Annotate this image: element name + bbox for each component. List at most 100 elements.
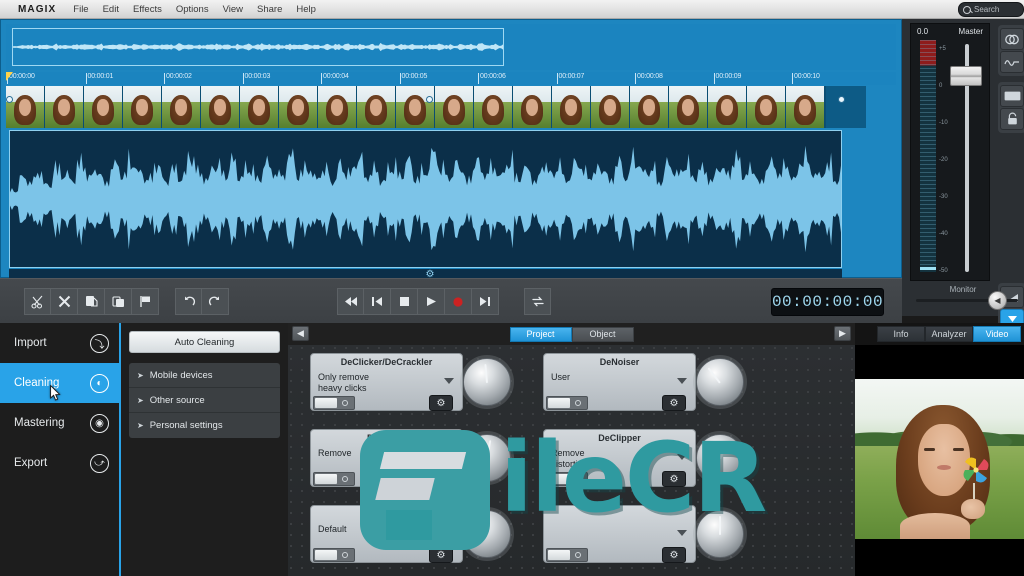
previous-marker-button[interactable]: [364, 288, 391, 315]
auto-cleaning-button[interactable]: Auto Cleaning: [129, 331, 280, 353]
record-button[interactable]: [445, 288, 472, 315]
delete-button[interactable]: [51, 288, 78, 315]
skip-to-start-button[interactable]: [337, 288, 364, 315]
sidebar-item-mastering[interactable]: Mastering ◉: [0, 403, 119, 443]
step-back-icon: [372, 297, 382, 306]
overview-waveform-strip[interactable]: [6, 24, 896, 70]
selection-handle-left[interactable]: [6, 96, 13, 103]
preview-eye-right: [952, 448, 964, 452]
tab-object[interactable]: Object: [571, 326, 634, 342]
search-input[interactable]: Search: [958, 2, 1024, 17]
effect-power-toggle[interactable]: [546, 396, 588, 410]
undo-button[interactable]: [175, 288, 202, 315]
effect-intensity-knob[interactable]: [463, 434, 511, 482]
effect-intensity-knob[interactable]: [463, 510, 511, 558]
filmstrip-frame: [747, 86, 786, 128]
effect-power-toggle[interactable]: [546, 548, 588, 562]
copy-button[interactable]: [78, 288, 105, 315]
effect-settings-gear-button[interactable]: ⚙: [429, 395, 453, 411]
rack-nav-next-button[interactable]: ▶: [834, 326, 851, 341]
menu-item-help[interactable]: Help: [289, 2, 323, 17]
tab-info[interactable]: Info: [877, 326, 925, 342]
video-filmstrip-track[interactable]: [6, 86, 826, 128]
stop-button[interactable]: [391, 288, 418, 315]
tab-video[interactable]: Video: [973, 326, 1021, 342]
number-button[interactable]: [1000, 85, 1024, 107]
effect-power-toggle[interactable]: [313, 396, 355, 410]
menu-item-share[interactable]: Share: [250, 2, 289, 17]
video-preview-image: [855, 379, 1024, 539]
ruler-tick: 00:00:04: [321, 73, 349, 84]
play-button[interactable]: [418, 288, 445, 315]
effect-settings-gear-button[interactable]: ⚙: [429, 471, 453, 487]
main-waveform-display[interactable]: [9, 130, 842, 268]
menu-item-edit[interactable]: Edit: [96, 2, 126, 17]
effect-intensity-knob[interactable]: [463, 358, 511, 406]
sidebar-item-label: Mastering: [14, 417, 65, 429]
effect-power-toggle[interactable]: [313, 472, 355, 486]
overview-clip[interactable]: [12, 28, 504, 66]
effect-module-title: [544, 506, 695, 509]
sidebar-item-import[interactable]: Import ⤵: [0, 323, 119, 363]
selection-handle-center[interactable]: [426, 96, 433, 103]
paste-button[interactable]: [105, 288, 132, 315]
master-fader-handle[interactable]: [950, 66, 982, 86]
effect-intensity-knob[interactable]: [696, 358, 744, 406]
filmstrip-frame: [669, 86, 708, 128]
effect-intensity-knob[interactable]: [696, 510, 744, 558]
effect-settings-gear-button[interactable]: ⚙: [662, 395, 686, 411]
preset-group-row[interactable]: ➤ Other source: [129, 388, 280, 413]
preview-subject-shoulder: [899, 513, 970, 539]
rack-nav-prev-button[interactable]: ◀: [292, 326, 309, 341]
volume-button[interactable]: [1000, 51, 1024, 73]
menu-item-options[interactable]: Options: [169, 2, 216, 17]
marker-button[interactable]: [132, 288, 159, 315]
ruler-tick: 00:00:10: [792, 73, 820, 84]
filmstrip-frame: [279, 86, 318, 128]
effect-preset-dropdown[interactable]: Default: [316, 523, 457, 549]
selection-handle-right[interactable]: [838, 96, 845, 103]
chevron-down-icon: [444, 378, 454, 384]
rewind-start-icon: [344, 297, 357, 306]
preset-group-row[interactable]: ➤ Personal settings: [129, 413, 280, 438]
tab-analyzer[interactable]: Analyzer: [925, 326, 973, 342]
effect-settings-gear-button[interactable]: ⚙: [429, 547, 453, 563]
sidebar-item-export[interactable]: Export ⤻: [0, 443, 119, 483]
stereo-button[interactable]: [1000, 28, 1024, 50]
menu-item-view[interactable]: View: [216, 2, 250, 17]
effect-intensity-knob[interactable]: [696, 434, 744, 482]
timecode-display[interactable]: 00:00:00:00: [771, 288, 884, 316]
effect-settings-gear-button[interactable]: ⚙: [662, 471, 686, 487]
stereo-rings-icon: [1005, 34, 1019, 44]
cut-button[interactable]: [24, 288, 51, 315]
stop-square-icon: [399, 297, 409, 306]
effect-module-title: DeNoiser: [599, 357, 640, 367]
menu-item-effects[interactable]: Effects: [126, 2, 169, 17]
effect-settings-gear-button[interactable]: ⚙: [662, 547, 686, 563]
effect-preset-dropdown[interactable]: [549, 523, 690, 549]
mixer-group-mid: [998, 82, 1024, 133]
next-marker-button[interactable]: [472, 288, 499, 315]
undo-arrow-icon: [184, 296, 195, 305]
ripple-button[interactable]: [1000, 108, 1024, 130]
redo-button[interactable]: [202, 288, 229, 315]
effect-preset-dropdown[interactable]: Remove distortions: [549, 447, 690, 473]
video-preview-stage[interactable]: [855, 345, 1024, 576]
effect-preset-dropdown[interactable]: Remove: [316, 447, 457, 473]
loop-button[interactable]: [524, 288, 551, 315]
effect-power-toggle[interactable]: [546, 472, 588, 486]
monitor-slider-knob[interactable]: ◀: [988, 291, 1007, 310]
master-level-meter[interactable]: 0.0 Master +5 0 -10 -20 -30 -40 -50: [910, 23, 990, 281]
timeline-area[interactable]: 00:00:00 00:00:01 00:00:02 00:00:03 00:00:04…: [0, 19, 902, 294]
paste-icon: [111, 296, 124, 307]
filmstrip-frame: [435, 86, 474, 128]
tab-project[interactable]: Project: [509, 326, 572, 342]
preset-group-list: ➤ Mobile devices ➤ Other source ➤ Personal se…: [129, 363, 280, 438]
time-ruler[interactable]: 00:00:00 00:00:01 00:00:02 00:00:03 00:00:04…: [6, 72, 896, 85]
effect-power-toggle[interactable]: [313, 548, 355, 562]
effect-preset-dropdown[interactable]: User: [549, 371, 690, 397]
preset-group-row[interactable]: ➤ Mobile devices: [129, 363, 280, 388]
effect-preset-dropdown[interactable]: Only remove heavy clicks: [316, 371, 457, 397]
effects-rack-panel: ◀ Project Object ▶ DeClicker/DeCrackler O…: [288, 323, 855, 576]
menu-item-file[interactable]: File: [66, 2, 95, 17]
